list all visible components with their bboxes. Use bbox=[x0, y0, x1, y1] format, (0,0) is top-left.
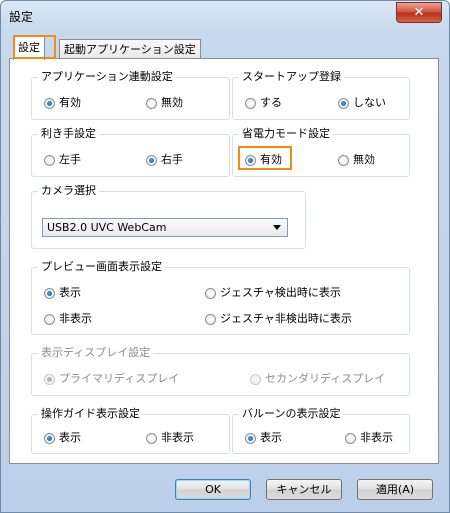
radio-app-link-enabled[interactable]: 有効 bbox=[44, 95, 81, 111]
radio-button-icon bbox=[44, 154, 55, 166]
radio-button-icon bbox=[245, 432, 256, 444]
group-label: アプリケーション連動設定 bbox=[38, 70, 176, 84]
group-preview: プレビュー画面表示設定 表示 ジェスチャ検出時に表示 非表示 ジェスチャ非検出時… bbox=[31, 260, 410, 335]
radio-button-icon bbox=[338, 97, 349, 109]
group-guide: 操作ガイド表示設定 表示 非表示 bbox=[31, 407, 230, 454]
chevron-down-icon bbox=[273, 225, 281, 230]
radio-startup-no[interactable]: しない bbox=[338, 95, 386, 111]
radio-left-hand[interactable]: 左手 bbox=[44, 152, 81, 168]
radio-label: しない bbox=[353, 96, 386, 109]
radio-button-icon bbox=[338, 154, 349, 166]
group-label: 表示ディスプレイ設定 bbox=[38, 346, 154, 360]
radio-preview-on-detect[interactable]: ジェスチャ検出時に表示 bbox=[205, 285, 341, 301]
radio-button-icon bbox=[146, 432, 157, 444]
radio-button-icon bbox=[250, 373, 261, 385]
cancel-button[interactable]: キャンセル bbox=[266, 479, 342, 500]
radio-label: する bbox=[260, 96, 282, 109]
radio-label: 非表示 bbox=[161, 431, 194, 444]
radio-display-secondary[interactable]: セカンダリディスプレイ bbox=[250, 371, 385, 387]
radio-button-icon bbox=[44, 313, 55, 325]
radio-label: 無効 bbox=[353, 153, 375, 166]
radio-right-hand[interactable]: 右手 bbox=[146, 152, 183, 168]
radio-label: 表示 bbox=[260, 431, 282, 444]
group-display: 表示ディスプレイ設定 プライマリディスプレイ セカンダリディスプレイ bbox=[31, 346, 410, 396]
radio-preview-on-no-detect[interactable]: ジェスチャ非検出時に表示 bbox=[205, 311, 352, 327]
radio-label: 表示 bbox=[59, 431, 81, 444]
tab-highlight bbox=[13, 35, 56, 59]
close-button[interactable]: ✕ bbox=[396, 2, 442, 23]
radio-label: ジェスチャ検出時に表示 bbox=[220, 286, 341, 299]
radio-preview-hide[interactable]: 非表示 bbox=[44, 311, 92, 327]
radio-button-icon bbox=[146, 97, 157, 109]
group-label: 操作ガイド表示設定 bbox=[38, 407, 143, 421]
radio-button-icon bbox=[345, 432, 356, 444]
camera-select[interactable]: USB2.0 UVC WebCam bbox=[42, 218, 288, 237]
group-camera: カメラ選択 USB2.0 UVC WebCam bbox=[31, 184, 306, 249]
group-startup: スタートアップ登録 する しない bbox=[232, 70, 410, 120]
camera-select-value: USB2.0 UVC WebCam bbox=[47, 221, 167, 234]
ok-button[interactable]: OK bbox=[175, 479, 251, 500]
group-label: プレビュー画面表示設定 bbox=[38, 260, 165, 274]
radio-display-primary[interactable]: プライマリディスプレイ bbox=[44, 371, 179, 387]
window-title: 設定 bbox=[9, 10, 34, 24]
power-save-highlight bbox=[238, 146, 292, 170]
radio-label: セカンダリディスプレイ bbox=[265, 372, 386, 385]
radio-app-link-disabled[interactable]: 無効 bbox=[146, 95, 183, 111]
radio-label: 表示 bbox=[59, 286, 81, 299]
radio-label: ジェスチャ非検出時に表示 bbox=[220, 312, 352, 325]
radio-power-save-disabled[interactable]: 無効 bbox=[338, 152, 375, 168]
radio-label: プライマリディスプレイ bbox=[59, 372, 180, 385]
radio-guide-hide[interactable]: 非表示 bbox=[146, 430, 194, 446]
radio-preview-show[interactable]: 表示 bbox=[44, 285, 81, 301]
radio-label: 有効 bbox=[59, 96, 81, 109]
settings-panel: アプリケーション連動設定 有効 無効 スタートアップ登録 する しない 利き手設… bbox=[9, 58, 439, 464]
title-bar: 設定 ✕ bbox=[1, 1, 449, 31]
tab-startup-apps[interactable]: 起動アプリケーション設定 bbox=[59, 39, 201, 60]
radio-label: 非表示 bbox=[59, 312, 92, 325]
radio-button-icon bbox=[245, 97, 256, 109]
group-label: 省電力モード設定 bbox=[239, 127, 333, 141]
radio-startup-yes[interactable]: する bbox=[245, 95, 282, 111]
group-balloon: バルーンの表示設定 表示 非表示 bbox=[232, 407, 410, 454]
radio-label: 無効 bbox=[161, 96, 183, 109]
radio-guide-show[interactable]: 表示 bbox=[44, 430, 81, 446]
radio-button-icon bbox=[44, 432, 55, 444]
group-app-link: アプリケーション連動設定 有効 無効 bbox=[31, 70, 230, 120]
radio-button-icon bbox=[205, 313, 216, 325]
group-label: スタートアップ登録 bbox=[239, 70, 344, 84]
settings-window: 設定 ✕ 設定 起動アプリケーション設定 アプリケーション連動設定 有効 無効 … bbox=[0, 0, 450, 513]
radio-label: 右手 bbox=[161, 153, 183, 166]
radio-button-icon bbox=[205, 287, 216, 299]
radio-balloon-hide[interactable]: 非表示 bbox=[345, 430, 393, 446]
group-label: バルーンの表示設定 bbox=[239, 407, 344, 421]
radio-button-icon bbox=[44, 287, 55, 299]
radio-button-icon bbox=[44, 373, 55, 385]
radio-label: 非表示 bbox=[360, 431, 393, 444]
group-label: カメラ選択 bbox=[38, 184, 99, 198]
radio-balloon-show[interactable]: 表示 bbox=[245, 430, 282, 446]
apply-button[interactable]: 適用(A) bbox=[357, 479, 433, 500]
radio-label: 左手 bbox=[59, 153, 81, 166]
radio-button-icon bbox=[146, 154, 157, 166]
radio-button-icon bbox=[44, 97, 55, 109]
group-label: 利き手設定 bbox=[38, 127, 99, 141]
group-handedness: 利き手設定 左手 右手 bbox=[31, 127, 230, 177]
